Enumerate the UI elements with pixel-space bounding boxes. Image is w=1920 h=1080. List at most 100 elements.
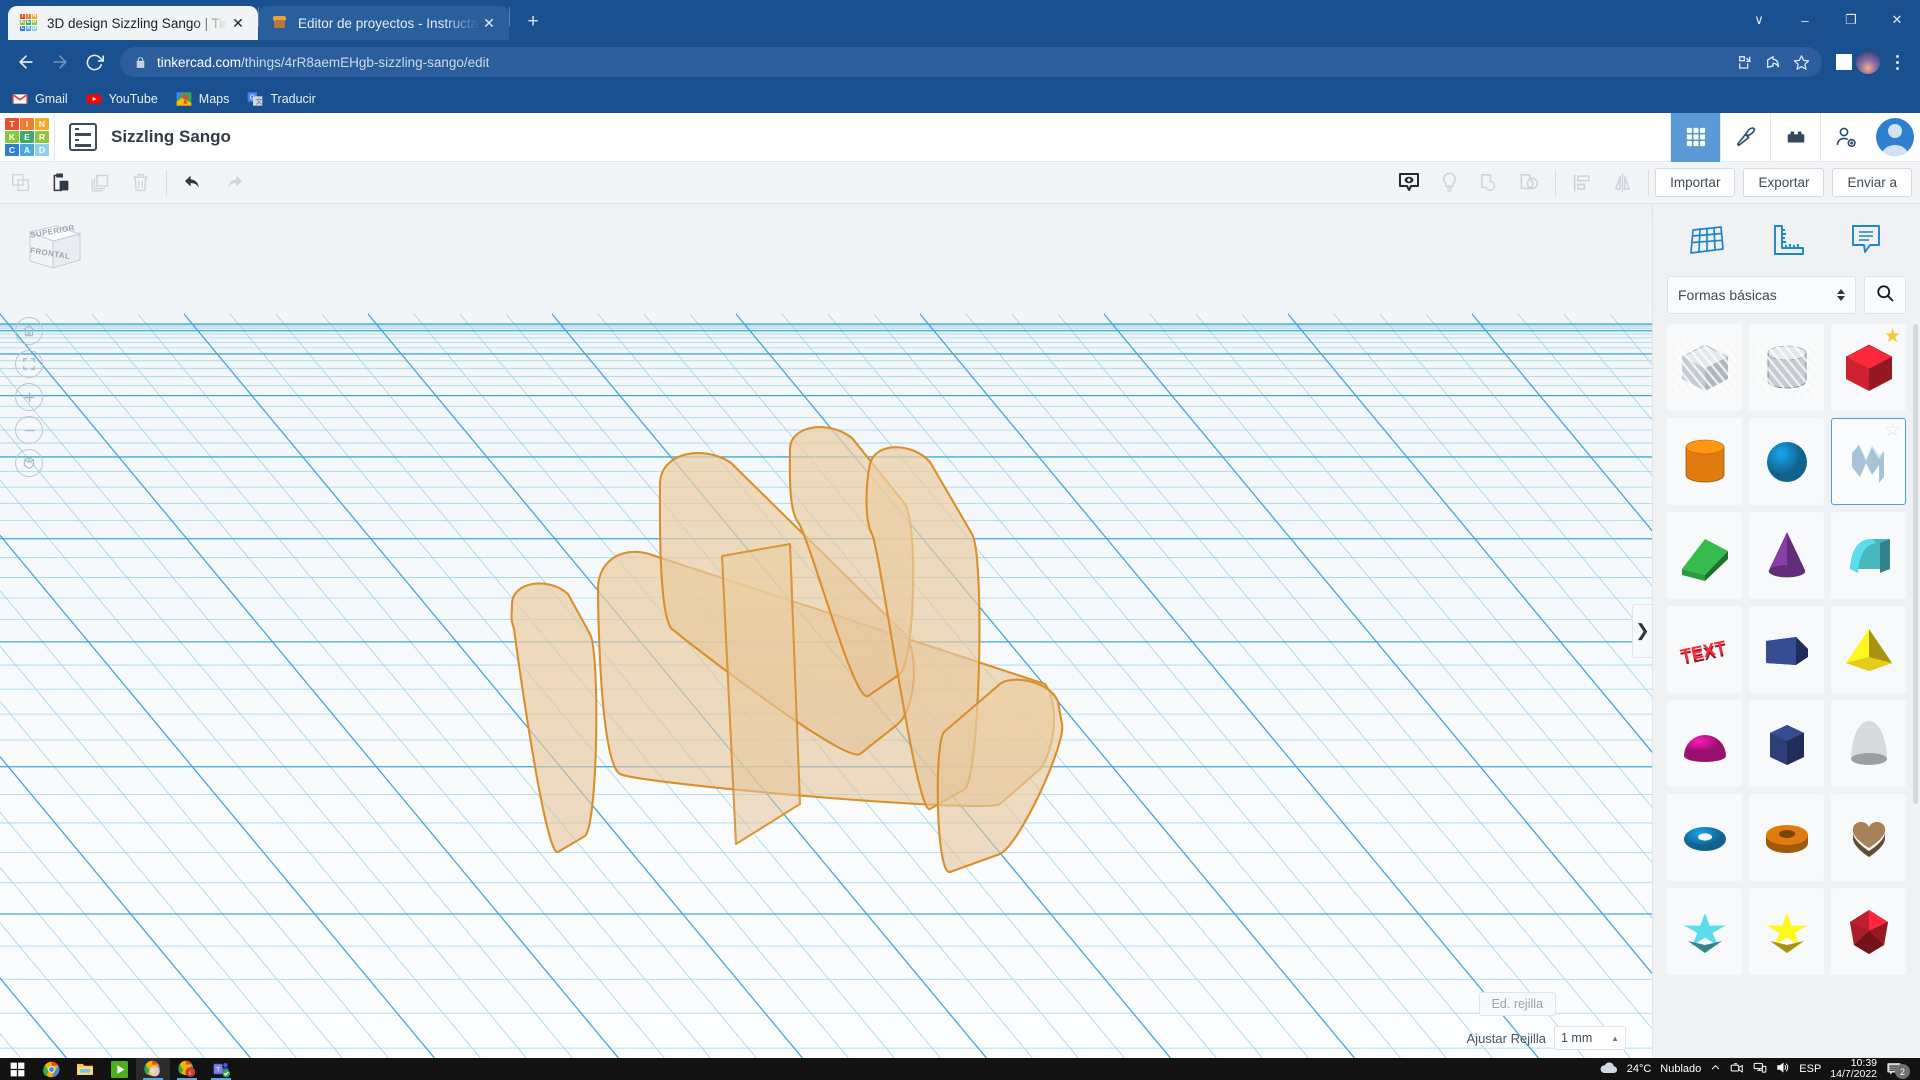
user-avatar[interactable] xyxy=(1870,113,1920,162)
start-button[interactable] xyxy=(0,1058,34,1080)
favorite-star-icon[interactable]: ☆ xyxy=(1884,421,1901,440)
tab-search-chevron-icon[interactable]: ∨ xyxy=(1736,0,1782,40)
play-icon[interactable] xyxy=(102,1058,136,1080)
shape-tile-paraboloid-white[interactable] xyxy=(1831,700,1906,787)
grid-view-icon[interactable] xyxy=(1670,112,1720,162)
shape-tile-sphere-blue[interactable] xyxy=(1749,418,1824,505)
show-hide-icon[interactable] xyxy=(1389,162,1429,204)
minimize-button[interactable]: – xyxy=(1782,0,1828,40)
chrome-menu-icon[interactable] xyxy=(1884,49,1910,75)
tab-close-icon[interactable]: ✕ xyxy=(228,13,248,33)
invite-person-icon[interactable] xyxy=(1820,112,1870,162)
chrome-photo-window-icon[interactable] xyxy=(136,1058,170,1080)
back-icon[interactable] xyxy=(10,46,42,78)
chrome-second-window-icon[interactable]: s xyxy=(170,1058,204,1080)
shape-tile-tube-orange[interactable] xyxy=(1749,794,1824,881)
volume-icon[interactable] xyxy=(1776,1061,1790,1077)
ungroup-icon[interactable] xyxy=(1509,162,1549,204)
panel-collapse-arrow[interactable]: ❯ xyxy=(1632,604,1652,658)
shape-tile-scribble-shape[interactable]: ☆ xyxy=(1831,418,1906,505)
network-icon[interactable] xyxy=(1753,1061,1767,1077)
shape-tile-hexprism-navy[interactable] xyxy=(1749,700,1824,787)
new-tab-button[interactable]: + xyxy=(518,7,548,37)
workplane-icon[interactable] xyxy=(1679,214,1735,266)
3d-canvas[interactable]: SUPERIOR FRONTAL ❯ Ed. rejilla Ajustar R… xyxy=(0,204,1652,1058)
install-app-icon[interactable] xyxy=(1732,49,1758,75)
tab-close-icon[interactable]: ✕ xyxy=(479,13,499,33)
shape-tile-wedge-green[interactable] xyxy=(1667,512,1742,599)
delete-icon[interactable] xyxy=(120,162,160,204)
shape-tile-text-red[interactable]: TEXT TEXT xyxy=(1667,606,1742,693)
maximize-button[interactable]: ❐ xyxy=(1828,0,1874,40)
group-icon[interactable] xyxy=(1469,162,1509,204)
shape-tile-box-red[interactable]: ★ xyxy=(1831,324,1906,411)
favorite-star-icon[interactable]: ★ xyxy=(1884,327,1901,346)
bookmark-maps[interactable]: Maps xyxy=(176,91,229,107)
view-cube[interactable]: SUPERIOR FRONTAL xyxy=(22,220,84,276)
copy-icon[interactable] xyxy=(0,162,40,204)
redo-icon[interactable] xyxy=(213,162,253,204)
address-bar[interactable]: tinkercad.com/things/4rR8aemEHgb-sizzlin… xyxy=(120,47,1822,77)
forward-icon[interactable] xyxy=(44,46,76,78)
shape-tile-pyramid-yellow[interactable] xyxy=(1831,606,1906,693)
home-view-icon[interactable] xyxy=(15,317,43,345)
lightbulb-icon[interactable] xyxy=(1429,162,1469,204)
search-button[interactable] xyxy=(1864,276,1906,314)
camera-icon[interactable] xyxy=(1730,1061,1744,1077)
mirror-icon[interactable] xyxy=(1602,162,1642,204)
paste-icon[interactable] xyxy=(40,162,80,204)
shape-category-select[interactable]: Formas básicas xyxy=(1667,276,1856,314)
teams-icon[interactable]: T xyxy=(204,1058,238,1080)
undo-icon[interactable] xyxy=(173,162,213,204)
shape-tile-box-hole[interactable] xyxy=(1667,324,1742,411)
snap-grid-select[interactable]: 1 mm ▲ xyxy=(1554,1026,1626,1050)
shape-tile-polyhedron-red[interactable] xyxy=(1831,888,1906,975)
browser-tab-1[interactable]: Editor de proyectos - Instructables ✕ xyxy=(259,6,509,40)
shape-tile-star-yellow[interactable] xyxy=(1749,888,1824,975)
shape-tile-cone-purple[interactable] xyxy=(1749,512,1824,599)
chevron-up-icon[interactable] xyxy=(1710,1062,1721,1076)
reload-icon[interactable] xyxy=(78,46,110,78)
fit-view-icon[interactable] xyxy=(15,350,43,378)
folder-icon[interactable] xyxy=(68,1058,102,1080)
weather-temp[interactable]: 24°C xyxy=(1627,1063,1652,1075)
properties-panel-icon[interactable] xyxy=(69,123,97,151)
bookmark-traducir[interactable]: G文 Traducir xyxy=(247,91,316,107)
note-icon[interactable] xyxy=(1838,214,1894,266)
shape-tile-house-navy[interactable] xyxy=(1749,606,1824,693)
panel-scrollbar[interactable] xyxy=(1913,324,1918,804)
notification-center-button[interactable]: 2 xyxy=(1886,1059,1912,1079)
language-indicator[interactable]: ESP xyxy=(1799,1063,1821,1075)
ruler-icon[interactable] xyxy=(1758,214,1814,266)
close-window-button[interactable]: ✕ xyxy=(1874,0,1920,40)
shape-tile-star-teal[interactable] xyxy=(1667,888,1742,975)
perspective-toggle-icon[interactable] xyxy=(15,449,43,477)
extension-square-icon[interactable] xyxy=(1836,54,1852,70)
shape-tile-halfsphere-magenta[interactable] xyxy=(1667,700,1742,787)
tinkercad-logo[interactable]: TIN KER CAD xyxy=(0,113,54,162)
bookmark-youtube[interactable]: YouTube xyxy=(86,91,158,107)
import-button[interactable]: Importar xyxy=(1655,168,1736,197)
share-icon[interactable] xyxy=(1760,49,1786,75)
bricks-icon[interactable] xyxy=(1770,112,1820,162)
grid-edit-button[interactable]: Ed. rejilla xyxy=(1478,992,1556,1016)
send-to-button[interactable]: Enviar a xyxy=(1832,168,1912,197)
export-button[interactable]: Exportar xyxy=(1743,168,1825,197)
shape-tile-roof-teal[interactable] xyxy=(1831,512,1906,599)
shape-tile-torus-blue[interactable] xyxy=(1667,794,1742,881)
zoom-in-icon[interactable] xyxy=(15,383,43,411)
shape-tile-cylinder-hole[interactable] xyxy=(1749,324,1824,411)
bookmark-gmail[interactable]: Gmail xyxy=(12,91,68,107)
shape-tile-cylinder-orange[interactable] xyxy=(1667,418,1742,505)
align-icon[interactable] xyxy=(1562,162,1602,204)
clock[interactable]: 10:39 14/7/2022 xyxy=(1830,1057,1877,1080)
browser-tab-0[interactable]: TIN KER CAD 3D design Sizzling Sango | T… xyxy=(8,6,258,40)
duplicate-icon[interactable] xyxy=(80,162,120,204)
codeblocks-icon[interactable] xyxy=(1720,112,1770,162)
profile-avatar-icon[interactable] xyxy=(1856,50,1880,74)
zoom-out-icon[interactable] xyxy=(15,416,43,444)
weather-desc[interactable]: Nublado xyxy=(1660,1063,1701,1075)
chrome-taskbar-icon[interactable] xyxy=(34,1058,68,1080)
bookmark-star-icon[interactable] xyxy=(1788,49,1814,75)
shape-tile-heart-brown[interactable] xyxy=(1831,794,1906,881)
